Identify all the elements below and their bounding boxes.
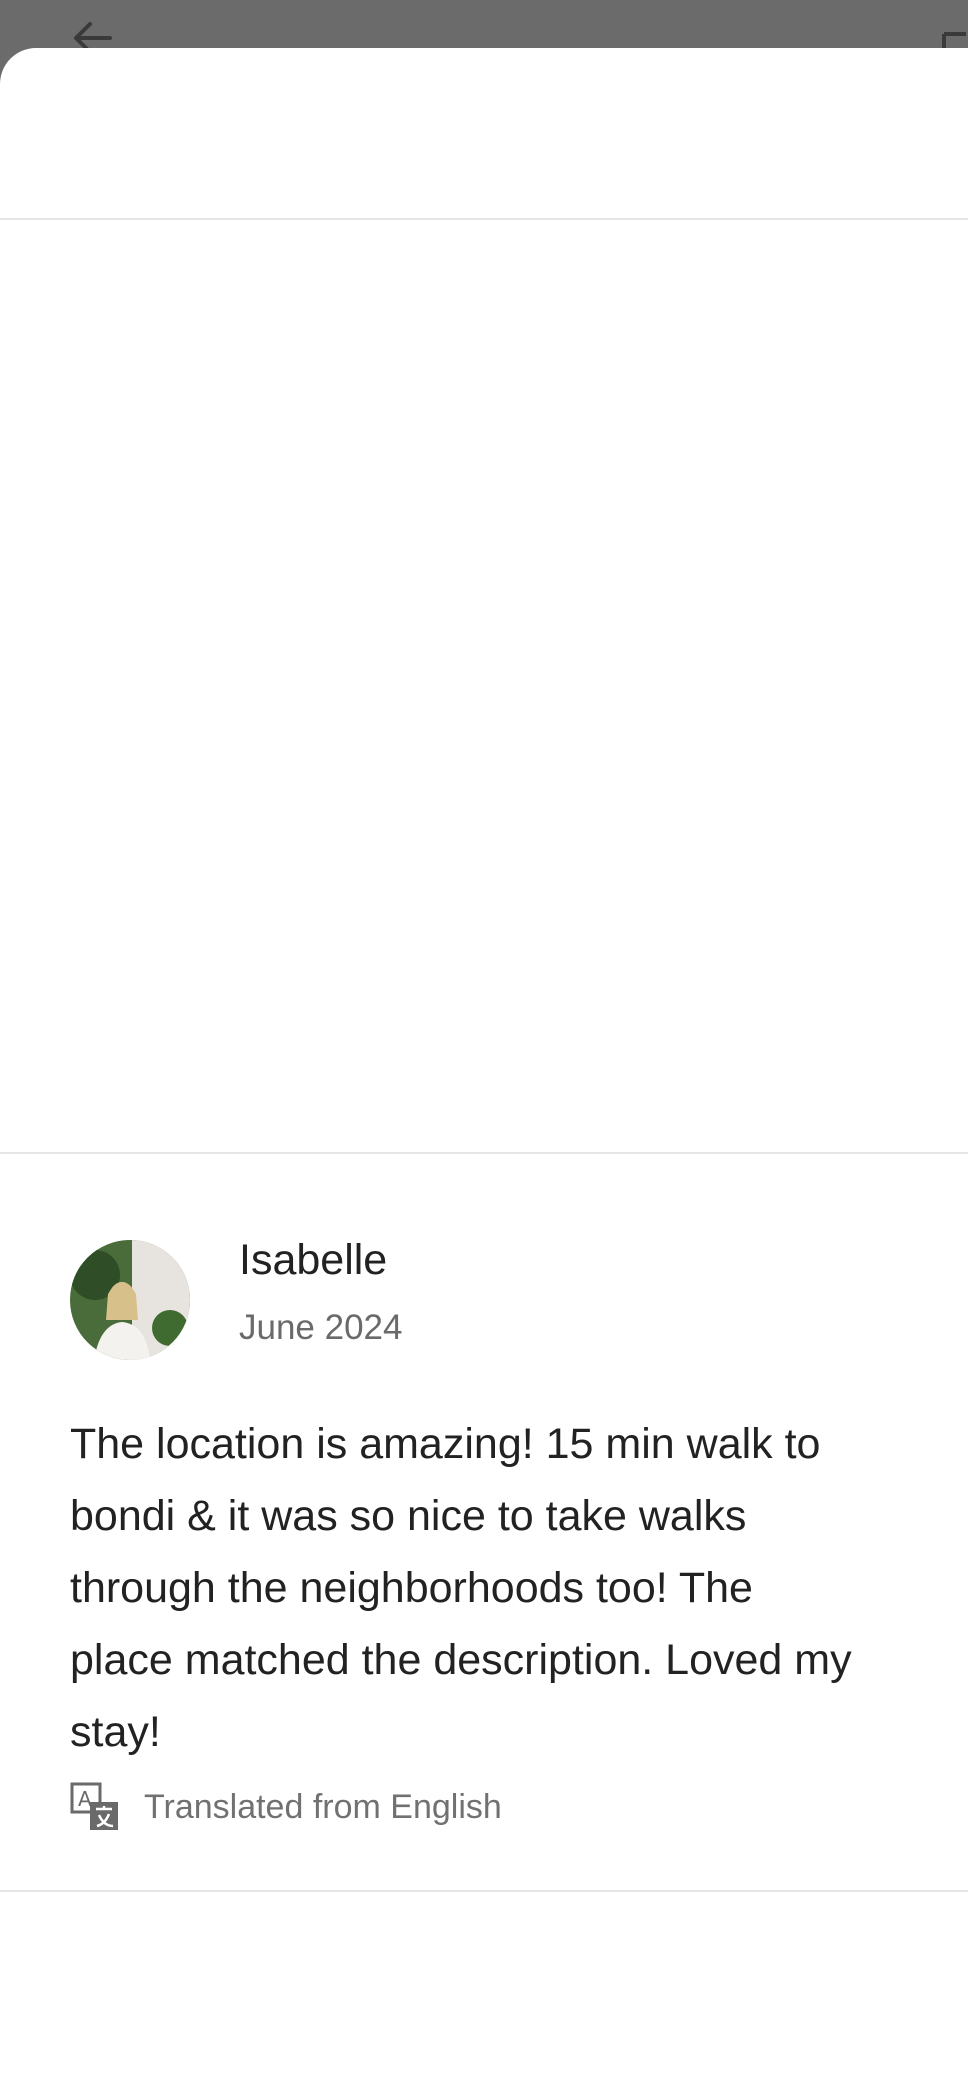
translate-icon: A	[70, 1782, 118, 1830]
review-text-line: stay!	[70, 1708, 161, 1756]
section-divider	[0, 1890, 968, 1892]
section-divider	[0, 218, 968, 220]
svg-text:A: A	[78, 1787, 92, 1811]
section-divider	[0, 1152, 968, 1154]
review-body: The location is amazing! 15 min walk to …	[70, 1408, 968, 1768]
avatar-photo	[70, 1240, 190, 1360]
reviewer-name: Isabelle	[239, 1236, 388, 1284]
review-date: June 2024	[239, 1308, 403, 1347]
review-text-line: place matched the description. Loved my	[70, 1636, 852, 1684]
avatar[interactable]	[70, 1240, 190, 1360]
review-text-line: The location is amazing! 15 min walk to	[70, 1420, 821, 1468]
translation-label: Translated from English	[144, 1788, 502, 1826]
review-text-line: through the neighborhoods too! The	[70, 1564, 753, 1612]
review-text-line: bondi & it was so nice to take walks	[70, 1492, 747, 1540]
